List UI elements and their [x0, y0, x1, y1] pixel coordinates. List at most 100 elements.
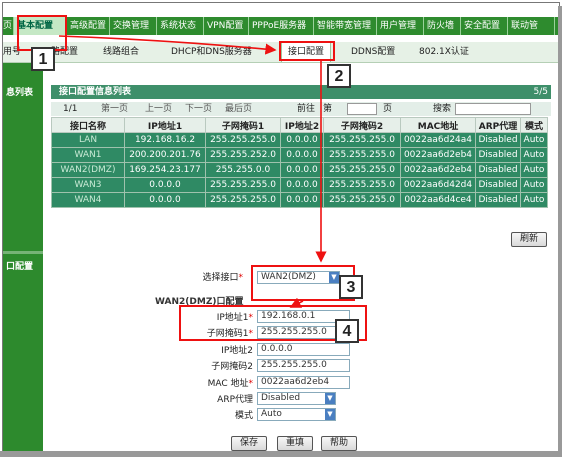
cell: 0022aa6d24a4 — [400, 132, 476, 148]
tab-bandwidth-mgmt[interactable]: 智能带宽管理 — [314, 17, 377, 35]
left-separator — [3, 251, 43, 254]
cell: 255.255.0.0 — [205, 162, 281, 178]
arp-select-value: Disabled — [261, 393, 301, 403]
pager-bar: 1/1 第一页 上一页 下一页 最后页 前往 第 页 搜索 — [51, 102, 551, 116]
col-header: IP地址2 — [280, 117, 324, 133]
tab-firewall[interactable]: 防火墙 — [424, 17, 461, 35]
pager-di: 第 — [323, 104, 333, 114]
ip2-input[interactable]: 0.0.0.0 — [257, 343, 350, 356]
required-mark: * — [238, 273, 244, 283]
highlight-interface-config — [279, 41, 335, 61]
tab-system-status[interactable]: 系统状态 — [157, 17, 204, 35]
mode-select-value: Auto — [261, 409, 282, 419]
pager-prev[interactable]: 上一页 — [145, 102, 172, 116]
cell: Disabled — [475, 177, 521, 193]
cell: 255.255.255.0 — [205, 192, 281, 208]
tab-security-config[interactable]: 安全配置 — [461, 17, 508, 35]
cell: 255.255.252.0 — [205, 147, 281, 163]
left-label-config: 口配置 — [6, 262, 34, 272]
cell: 0022aa6d2eb4 — [400, 147, 476, 163]
cell: 255.255.255.0 — [323, 147, 401, 163]
col-header: 接口名称 — [51, 117, 125, 133]
table-row[interactable]: LAN 192.168.16.2 255.255.255.0 0.0.0.0 2… — [51, 132, 548, 148]
save-button[interactable]: 保存 — [231, 436, 267, 451]
page-number-input[interactable] — [347, 103, 377, 115]
cell: Auto — [520, 192, 548, 208]
reset-button[interactable]: 重填 — [277, 436, 313, 451]
help-button[interactable]: 帮助 — [321, 436, 357, 451]
tab-advanced-config[interactable]: 高级配置 — [67, 17, 110, 35]
tab-page[interactable]: 页 — [3, 17, 14, 35]
cell: WAN4 — [51, 192, 125, 208]
mask2-input[interactable]: 255.255.255.0 — [257, 359, 350, 372]
cell: 0.0.0.0 — [280, 132, 324, 148]
cell: 255.255.255.0 — [205, 132, 281, 148]
cell: WAN1 — [51, 147, 125, 163]
pager-last[interactable]: 最后页 — [225, 102, 252, 116]
cell: Disabled — [475, 162, 521, 178]
cell: Auto — [520, 177, 548, 193]
tab-user-mgmt[interactable]: 用户管理 — [377, 17, 424, 35]
ip2-label: IP地址2 — [153, 343, 253, 356]
col-header: MAC地址 — [400, 117, 476, 133]
table-row[interactable]: WAN2(DMZ) 169.254.23.177 255.255.0.0 0.0… — [51, 162, 548, 178]
tab-pppoe-server[interactable]: PPPoE服务器 — [249, 17, 314, 35]
cell: 255.255.255.0 — [323, 162, 401, 178]
arp-select[interactable]: Disabled ▼ — [257, 392, 336, 405]
table-row[interactable]: WAN4 0.0.0.0 255.255.255.0 0.0.0.0 255.2… — [51, 192, 548, 208]
cell: 169.254.23.177 — [124, 162, 206, 178]
select-interface-label: 选择接口* — [143, 270, 243, 283]
page-count: 5/5 — [533, 87, 548, 97]
search-input[interactable] — [455, 103, 531, 115]
cell: 0.0.0.0 — [280, 162, 324, 178]
cell: 192.168.16.2 — [124, 132, 206, 148]
subtab-8021x[interactable]: 802.1X认证 — [419, 42, 469, 62]
pager-ye: 页 — [383, 104, 393, 114]
mode-select[interactable]: Auto ▼ — [257, 408, 336, 421]
pager-goto: 前往 — [297, 104, 316, 114]
top-nav: 页 基本配置 高级配置 交换管理 系统状态 VPN配置 PPPoE服务器 智能带… — [3, 17, 559, 35]
cell: 255.255.255.0 — [205, 177, 281, 193]
cell: 0.0.0.0 — [124, 177, 206, 193]
cell: LAN — [51, 132, 125, 148]
col-header: 子网掩码1 — [205, 117, 281, 133]
required-mark: * — [248, 379, 254, 389]
ip2-label-text: IP地址2 — [221, 346, 253, 356]
col-header: IP地址1 — [124, 117, 206, 133]
subtab-ddns[interactable]: DDNS配置 — [351, 42, 395, 62]
tab-vpn-config[interactable]: VPN配置 — [204, 17, 249, 35]
shadow-right — [558, 6, 562, 457]
cell: WAN3 — [51, 177, 125, 193]
cell: Auto — [520, 132, 548, 148]
col-header: ARP代理 — [475, 117, 521, 133]
pager-first[interactable]: 第一页 — [101, 102, 128, 116]
cell: 0022aa6d2eb4 — [400, 162, 476, 178]
interface-table: 接口名称 IP地址1 子网掩码1 IP地址2 子网掩码2 MAC地址 ARP代理… — [51, 117, 548, 208]
refresh-button[interactable]: 刷新 — [511, 232, 547, 247]
mask2-label: 子网掩码2 — [153, 359, 253, 372]
mac-input[interactable]: 0022aa6d2eb4 — [257, 376, 350, 389]
chevron-down-icon: ▼ — [325, 409, 335, 420]
tab-switch-mgmt[interactable]: 交换管理 — [110, 17, 157, 35]
step-number: 4 — [335, 319, 359, 343]
cell: 0.0.0.0 — [280, 177, 324, 193]
highlight-basic-config — [17, 15, 67, 51]
panel-header: 接口配置信息列表 5/5 — [51, 85, 551, 99]
subtab-line-group[interactable]: 线路组合 — [103, 42, 139, 62]
subtab-dhcp-dns[interactable]: DHCP和DNS服务器 — [171, 42, 252, 62]
cell: 200.200.201.76 — [124, 147, 206, 163]
panel-title: 接口配置信息列表 — [59, 87, 132, 97]
mac-label: MAC 地址* — [153, 376, 253, 389]
table-row[interactable]: WAN1 200.200.201.76 255.255.252.0 0.0.0.… — [51, 147, 548, 163]
cell: 0.0.0.0 — [280, 192, 324, 208]
arp-label: ARP代理 — [217, 395, 253, 405]
cell: 255.255.255.0 — [323, 132, 401, 148]
tab-linkage-mgmt[interactable]: 联动管 — [508, 17, 555, 35]
pager-next[interactable]: 下一页 — [185, 102, 212, 116]
cell: 255.255.255.0 — [323, 177, 401, 193]
col-header: 子网掩码2 — [323, 117, 401, 133]
table-header-row: 接口名称 IP地址1 子网掩码1 IP地址2 子网掩码2 MAC地址 ARP代理… — [51, 117, 548, 133]
cell: Disabled — [475, 147, 521, 163]
mask2-label-text: 子网掩码2 — [211, 362, 253, 372]
table-row[interactable]: WAN3 0.0.0.0 255.255.255.0 0.0.0.0 255.2… — [51, 177, 548, 193]
